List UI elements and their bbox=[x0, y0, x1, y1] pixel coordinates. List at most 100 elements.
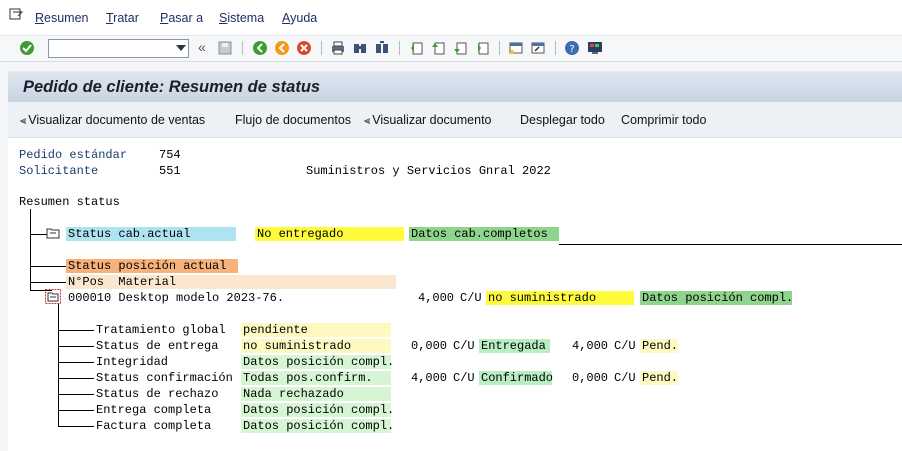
tree-line bbox=[58, 426, 94, 427]
tree-line bbox=[30, 266, 66, 267]
item-status-label: Status posición actual bbox=[68, 259, 227, 273]
sold-to-name: Suministros y Servicios Gnral 2022 bbox=[306, 164, 551, 178]
page-title: Pedido de cliente: Resumen de status bbox=[23, 78, 321, 96]
detail-label: Status de entrega bbox=[96, 339, 219, 353]
save-icon[interactable] bbox=[217, 40, 233, 56]
detail-label: Factura completa bbox=[96, 419, 212, 433]
item-completeness-status: Datos posición compl. bbox=[642, 291, 794, 305]
detail-unit1: C/U bbox=[453, 339, 475, 353]
detail-value: Datos posición compl. bbox=[243, 403, 395, 417]
header-delivery-status: No entregado bbox=[257, 227, 344, 241]
cancel-icon[interactable] bbox=[296, 40, 312, 56]
svg-text:?: ? bbox=[569, 44, 574, 55]
detail-unit1: C/U bbox=[453, 371, 475, 385]
detail-label: Entrega completa bbox=[96, 403, 212, 417]
exit-icon[interactable] bbox=[274, 40, 290, 56]
next-page-icon[interactable] bbox=[452, 40, 468, 56]
detail-value: Todas pos.confirm. bbox=[243, 371, 373, 385]
display-document-button[interactable]: ⫷ Visualizar documento bbox=[364, 113, 492, 128]
display-sales-document-label: Visualizar documento de ventas bbox=[28, 113, 206, 127]
menu-sistema[interactable]: Sistema bbox=[219, 11, 264, 25]
sold-to-label: Solicitante bbox=[19, 164, 99, 178]
detail-value: Datos posición compl. bbox=[243, 419, 395, 433]
title-bar: Pedido de cliente: Resumen de status bbox=[8, 71, 902, 102]
detail-value: no suministrado bbox=[243, 339, 352, 353]
detail-value: Datos posición compl. bbox=[243, 355, 395, 369]
shortcut-icon[interactable] bbox=[530, 40, 546, 56]
menu-pasar-a[interactable]: Pasar a bbox=[160, 11, 203, 25]
tree-root-label: Resumen status bbox=[19, 195, 120, 209]
tree-line bbox=[58, 346, 94, 347]
create-session-icon[interactable] bbox=[508, 40, 524, 56]
detail-qty2: 0,000 bbox=[572, 371, 609, 385]
document-flow-button[interactable]: Flujo de documentos bbox=[235, 113, 351, 127]
expand-all-button[interactable]: Desplegar todo bbox=[520, 113, 605, 127]
header-status-label: Status cab.actual bbox=[68, 227, 191, 241]
detail-label: Tratamiento global bbox=[96, 323, 226, 337]
detail-unit2: C/U bbox=[614, 339, 636, 353]
collapse-all-button[interactable]: Comprimir todo bbox=[621, 113, 706, 127]
print-icon[interactable] bbox=[330, 40, 346, 56]
display-sales-document-button[interactable]: ⫷ Visualizar documento de ventas bbox=[20, 113, 205, 128]
detail-value: Nada rechazado bbox=[243, 387, 344, 401]
status-overview-content: Pedido estándar 754 Solicitante 551 Sumi… bbox=[8, 138, 902, 451]
tree-line bbox=[58, 362, 94, 363]
detail-status1: Confirmado bbox=[481, 371, 554, 385]
tree-line bbox=[58, 378, 94, 379]
system-toolbar: « ? bbox=[0, 36, 902, 62]
detail-label: Status de rechazo bbox=[96, 387, 219, 401]
glasses-icon: ⫷ bbox=[20, 114, 27, 127]
toolbar-separator bbox=[499, 41, 500, 55]
sold-to-number: 551 bbox=[159, 164, 181, 178]
detail-status2: Pend. bbox=[642, 371, 679, 385]
last-page-icon[interactable] bbox=[474, 40, 490, 56]
toolbar-separator bbox=[399, 41, 400, 55]
find-next-icon[interactable] bbox=[374, 40, 390, 56]
detail-value: pendiente bbox=[243, 323, 308, 337]
application-toolbar: ⫷ Visualizar documento de ventas Flujo de… bbox=[8, 102, 902, 138]
item-quantity: 4,000 bbox=[418, 291, 455, 305]
system-menu-icon[interactable] bbox=[9, 8, 23, 20]
detail-qty2: 4,000 bbox=[572, 339, 609, 353]
glasses-icon: ⫷ bbox=[364, 114, 371, 127]
detail-qty1: 4,000 bbox=[411, 371, 448, 385]
folder-open-icon[interactable] bbox=[45, 289, 61, 304]
item-unit: C/U bbox=[460, 291, 482, 305]
tree-line bbox=[58, 330, 94, 331]
menu-tratar[interactable]: Tratar bbox=[106, 11, 139, 25]
previous-page-icon[interactable] bbox=[430, 40, 446, 56]
menu-ayuda[interactable]: Ayuda bbox=[282, 11, 317, 25]
toolbar-separator bbox=[321, 41, 322, 55]
tree-line bbox=[58, 410, 94, 411]
display-document-label: Visualizar documento bbox=[372, 113, 492, 127]
detail-qty1: 0,000 bbox=[411, 339, 448, 353]
detail-status1: Entregada bbox=[481, 339, 546, 353]
tree-line bbox=[58, 394, 94, 395]
detail-label: Status confirmación bbox=[96, 371, 233, 385]
enter-icon[interactable] bbox=[19, 40, 35, 56]
help-icon[interactable]: ? bbox=[564, 40, 580, 56]
detail-status2: Pend. bbox=[642, 339, 679, 353]
back-double-icon[interactable]: « bbox=[198, 39, 214, 55]
layout-icon[interactable] bbox=[587, 40, 603, 56]
detail-label: Integridad bbox=[96, 355, 169, 369]
item-delivery-status: no suministrado bbox=[488, 291, 597, 305]
tree-line bbox=[30, 282, 66, 283]
header-divider-line bbox=[559, 244, 902, 245]
folder-icon[interactable] bbox=[46, 227, 60, 239]
first-page-icon[interactable] bbox=[408, 40, 424, 56]
doc-type-label: Pedido estándar bbox=[19, 148, 128, 162]
menu-resumen[interactable]: Resumen bbox=[35, 11, 89, 25]
command-field[interactable] bbox=[48, 39, 189, 58]
header-completeness-status: Datos cab.completos bbox=[411, 227, 548, 241]
menu-bar: Resumen Tratar Pasar a Sistema Ayuda bbox=[0, 0, 902, 36]
doc-number: 754 bbox=[159, 148, 181, 162]
detail-unit2: C/U bbox=[614, 371, 636, 385]
find-icon[interactable] bbox=[352, 40, 368, 56]
back-icon[interactable] bbox=[252, 40, 268, 56]
item-line: 000010 Desktop modelo 2023-76. bbox=[68, 291, 285, 305]
tree-line bbox=[30, 209, 31, 291]
tree-line bbox=[58, 304, 59, 426]
chevron-down-icon[interactable] bbox=[176, 45, 186, 51]
toolbar-separator bbox=[555, 41, 556, 55]
